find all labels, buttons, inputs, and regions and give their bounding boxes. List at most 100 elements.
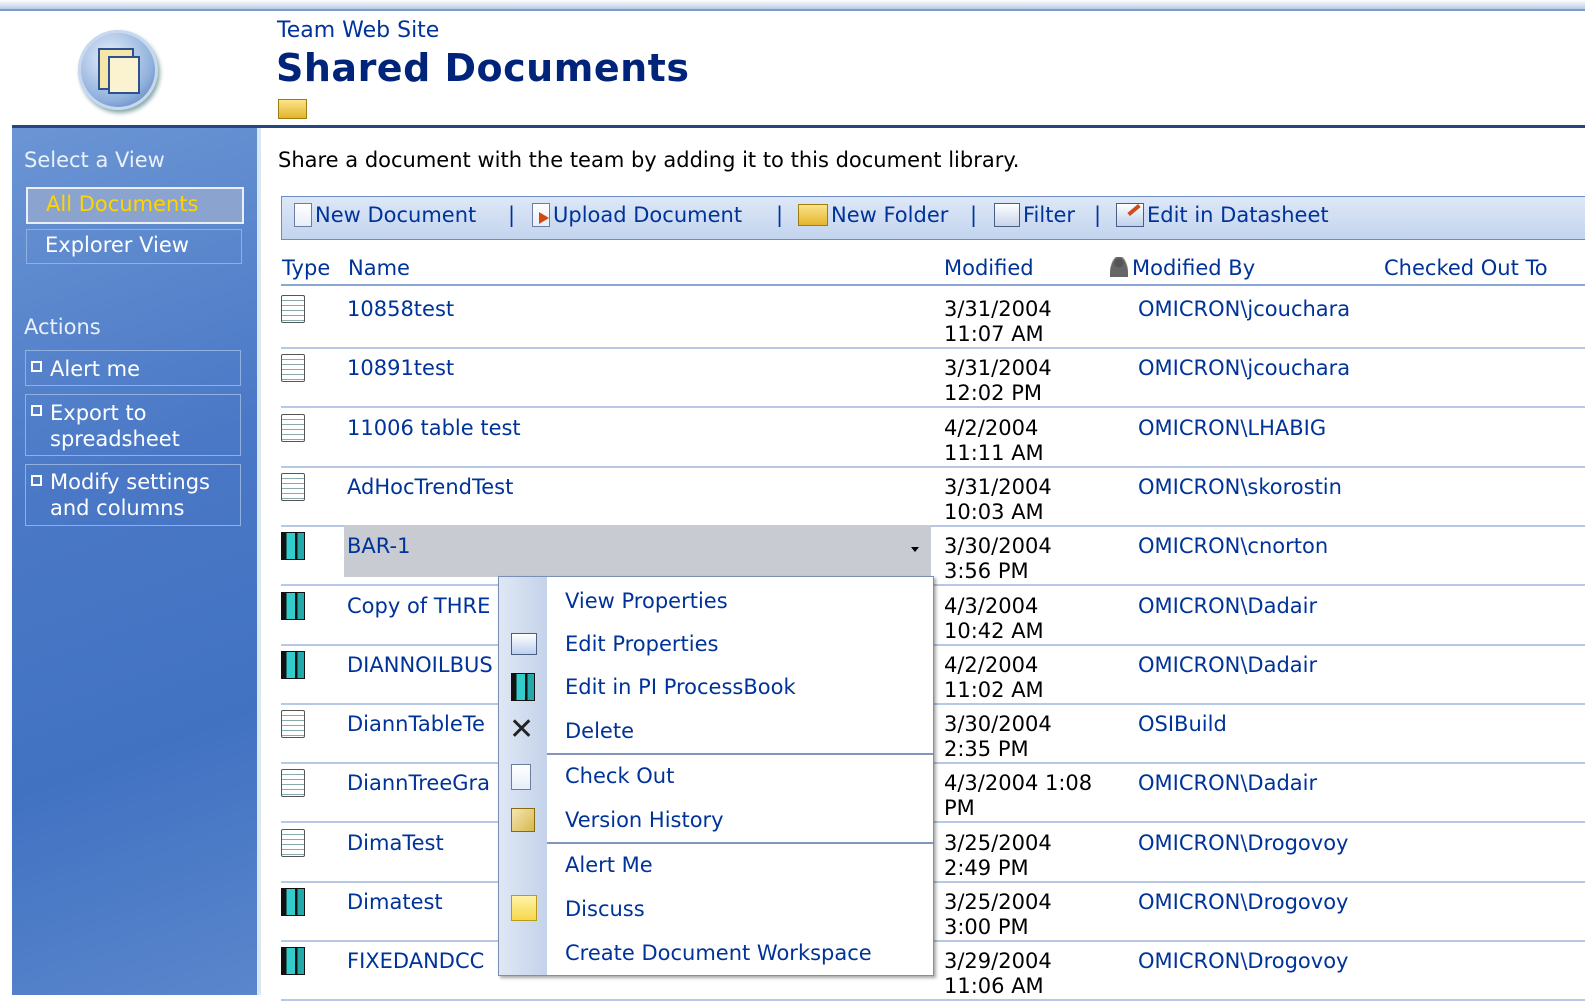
document-name-link[interactable]: DiannTableTe (347, 712, 485, 736)
modified-date: 3/29/2004 11:06 AM (944, 949, 1052, 999)
menu-create-workspace[interactable]: Create Document Workspace (565, 941, 872, 965)
modified-date: 4/3/2004 10:42 AM (944, 593, 1044, 643)
document-row[interactable]: 10891test 3/31/2004 12:02 PM OMICRON\jcouch… (281, 347, 1585, 409)
column-header-modified[interactable]: Modified (944, 256, 1034, 280)
document-name-link[interactable]: FIXEDANDCC (347, 949, 484, 973)
discuss-note-icon (511, 895, 537, 921)
column-header-name[interactable]: Name (348, 256, 410, 280)
menu-edit-properties[interactable]: Edit Properties (565, 632, 718, 656)
document-name-link[interactable]: DimaTest (347, 831, 444, 855)
modified-by-link[interactable]: OMICRON\Drogovoy (1138, 890, 1348, 914)
document-row[interactable]: 10858test 3/31/2004 11:07 AM OMICRON\jcouch… (281, 288, 1585, 349)
modified-date: 3/25/2004 2:49 PM (944, 830, 1052, 880)
modified-by-link[interactable]: OMICRON\jcouchara (1138, 356, 1350, 380)
upload-icon (532, 203, 550, 227)
column-header-checked-out-to[interactable]: Checked Out To (1384, 256, 1548, 280)
filter-label: Filter (1023, 203, 1076, 227)
menu-alert-me[interactable]: Alert Me (565, 853, 653, 877)
document-name-link[interactable]: AdHocTrendTest (347, 475, 513, 499)
display-file-icon (281, 295, 309, 325)
display-file-icon (281, 828, 309, 859)
modified-by-label: Modified By (1132, 256, 1256, 280)
action-export-spreadsheet[interactable]: Export to spreadsheet (25, 394, 241, 456)
view-all-documents[interactable]: All Documents (26, 187, 244, 224)
menu-separator (547, 842, 933, 844)
new-folder-button[interactable]: New Folder (798, 203, 948, 227)
edit-datasheet-button[interactable]: Edit in Datasheet (1116, 203, 1329, 227)
toolbar-separator: | (970, 203, 978, 227)
modified-date: 3/31/2004 10:03 AM (944, 474, 1052, 524)
modified-by-link[interactable]: OMICRON\skorostin (1138, 475, 1342, 499)
menu-separator (547, 753, 933, 755)
bullet-icon (31, 475, 42, 486)
document-name-link[interactable]: BAR-1 (347, 534, 410, 558)
modified-by-link[interactable]: OMICRON\Drogovoy (1138, 831, 1348, 855)
document-name-link[interactable]: 10891test (347, 356, 454, 380)
toolbar-separator: | (1094, 203, 1102, 227)
processbook-file-icon (281, 888, 309, 918)
menu-delete[interactable]: Delete (565, 719, 634, 743)
modified-by-link[interactable]: OMICRON\jcouchara (1138, 297, 1350, 321)
document-name-link[interactable]: Dimatest (347, 890, 443, 914)
library-logo-icon (78, 30, 158, 110)
selected-name-cell[interactable] (344, 525, 931, 578)
document-name-link[interactable]: Copy of THRE (347, 594, 490, 618)
menu-version-history[interactable]: Version History (565, 808, 724, 832)
processbook-file-icon (281, 947, 309, 977)
bullet-icon (31, 405, 42, 416)
action-modify-settings[interactable]: Modify settings and columns (25, 464, 241, 526)
action-alert-me[interactable]: Alert me (25, 350, 241, 386)
modified-by-link[interactable]: OMICRON\LHABIG (1138, 416, 1326, 440)
filter-button[interactable]: Filter (994, 203, 1075, 227)
modified-date: 3/25/2004 3:00 PM (944, 890, 1052, 939)
column-header-modified-by[interactable]: Modified By (1110, 256, 1255, 280)
select-view-heading: Select a View (24, 148, 165, 172)
modified-by-link[interactable]: OMICRON\cnorton (1138, 534, 1328, 558)
modified-date: 3/31/2004 12:02 PM (944, 356, 1052, 406)
display-file-icon (281, 413, 309, 444)
modified-by-link[interactable]: OMICRON\Dadair (1138, 771, 1317, 795)
modified-by-link[interactable]: OMICRON\Drogovoy (1138, 949, 1348, 973)
new-folder-icon (798, 204, 828, 226)
menu-view-properties[interactable]: View Properties (565, 589, 728, 613)
person-icon (1110, 257, 1128, 277)
upload-document-button[interactable]: Upload Document (532, 203, 742, 227)
document-name-link[interactable]: DIANNOILBUS (347, 653, 493, 677)
bullet-icon (31, 361, 42, 372)
processbook-file-icon (281, 650, 309, 681)
modified-by-link[interactable]: OMICRON\Dadair (1138, 653, 1317, 677)
menu-check-out[interactable]: Check Out (565, 764, 674, 788)
display-file-icon (281, 354, 309, 384)
display-file-icon (281, 769, 309, 799)
document-name-link[interactable]: 11006 table test (347, 416, 521, 440)
action-label: Export to spreadsheet (50, 401, 180, 451)
menu-edit-processbook[interactable]: Edit in PI ProcessBook (565, 675, 796, 699)
processbook-icon (511, 673, 535, 701)
top-border (0, 0, 1585, 11)
modified-by-link[interactable]: OMICRON\Dadair (1138, 594, 1317, 618)
document-name-link[interactable]: 10858test (347, 297, 454, 321)
site-name-link[interactable]: Team Web Site (277, 18, 439, 43)
view-label: All Documents (46, 192, 199, 216)
column-header-type[interactable]: Type (282, 256, 330, 280)
display-file-icon (281, 472, 309, 503)
actions-heading: Actions (24, 315, 101, 339)
folder-up-icon[interactable] (278, 99, 307, 119)
modified-date: 3/31/2004 11:07 AM (944, 297, 1052, 346)
document-name-link[interactable]: DiannTreeGra (347, 771, 490, 795)
new-folder-label: New Folder (831, 203, 949, 227)
dropdown-arrow-icon[interactable] (911, 547, 919, 556)
library-description: Share a document with the team by adding… (278, 148, 1020, 172)
header-underline (281, 284, 1585, 286)
modified-date: 3/30/2004 3:56 PM (944, 534, 1052, 584)
modified-by-link[interactable]: OSIBuild (1138, 712, 1227, 736)
document-row[interactable]: AdHocTrendTest 3/31/2004 10:03 AM OMICRON\s… (281, 466, 1585, 527)
page-title: Shared Documents (276, 46, 690, 90)
new-document-button[interactable]: New Document (294, 203, 476, 227)
view-explorer[interactable]: Explorer View (26, 229, 242, 264)
processbook-file-icon (281, 591, 309, 622)
document-row[interactable]: 11006 table test 4/2/2004 11:11 AM OMICRON\… (281, 407, 1585, 468)
view-label: Explorer View (45, 233, 189, 257)
modified-date: 3/30/2004 2:35 PM (944, 712, 1052, 762)
menu-discuss[interactable]: Discuss (565, 897, 645, 921)
